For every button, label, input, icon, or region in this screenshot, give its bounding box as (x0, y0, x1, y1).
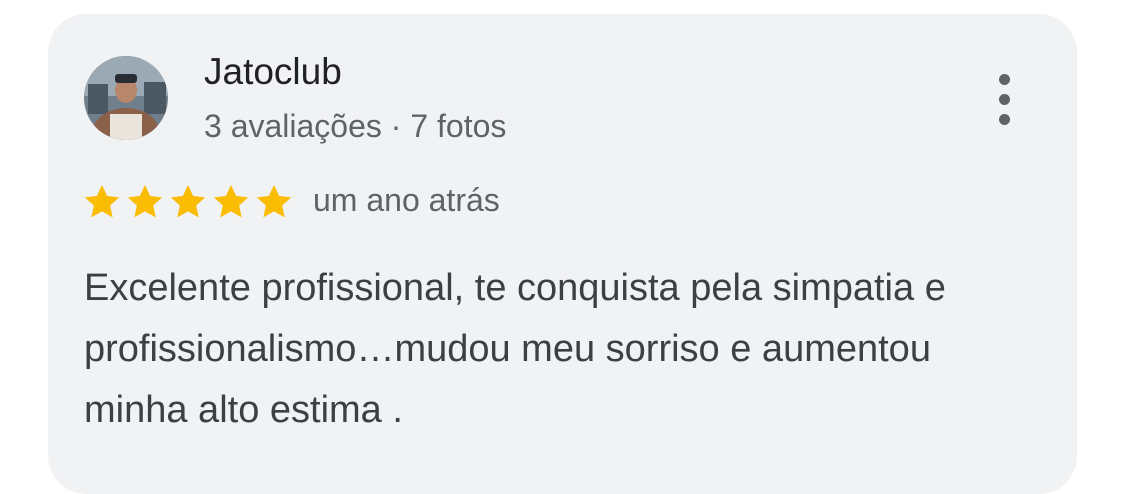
review-date: um ano atrás (313, 182, 500, 218)
more-vertical-icon-dot-top (999, 74, 1010, 85)
star-icon (256, 185, 292, 218)
star-icon (213, 185, 249, 218)
star-icon (170, 185, 206, 218)
review-text: Excelente profissional, te conquista pel… (84, 267, 946, 431)
avatar-photo (84, 56, 168, 140)
review-card: Jatoclub 3 avaliações · 7 fotos um ano a… (48, 14, 1077, 494)
more-options-button[interactable] (982, 70, 1026, 130)
star-rating (82, 182, 297, 222)
more-vertical-icon-dot-middle (999, 94, 1010, 105)
star-icon (127, 185, 163, 218)
reviewer-meta[interactable]: 3 avaliações · 7 fotos (204, 106, 506, 146)
reviewer-name[interactable]: Jatoclub (204, 50, 342, 94)
more-vertical-icon-dot-bottom (999, 114, 1010, 125)
avatar[interactable] (84, 56, 168, 140)
star-icon (84, 185, 120, 218)
